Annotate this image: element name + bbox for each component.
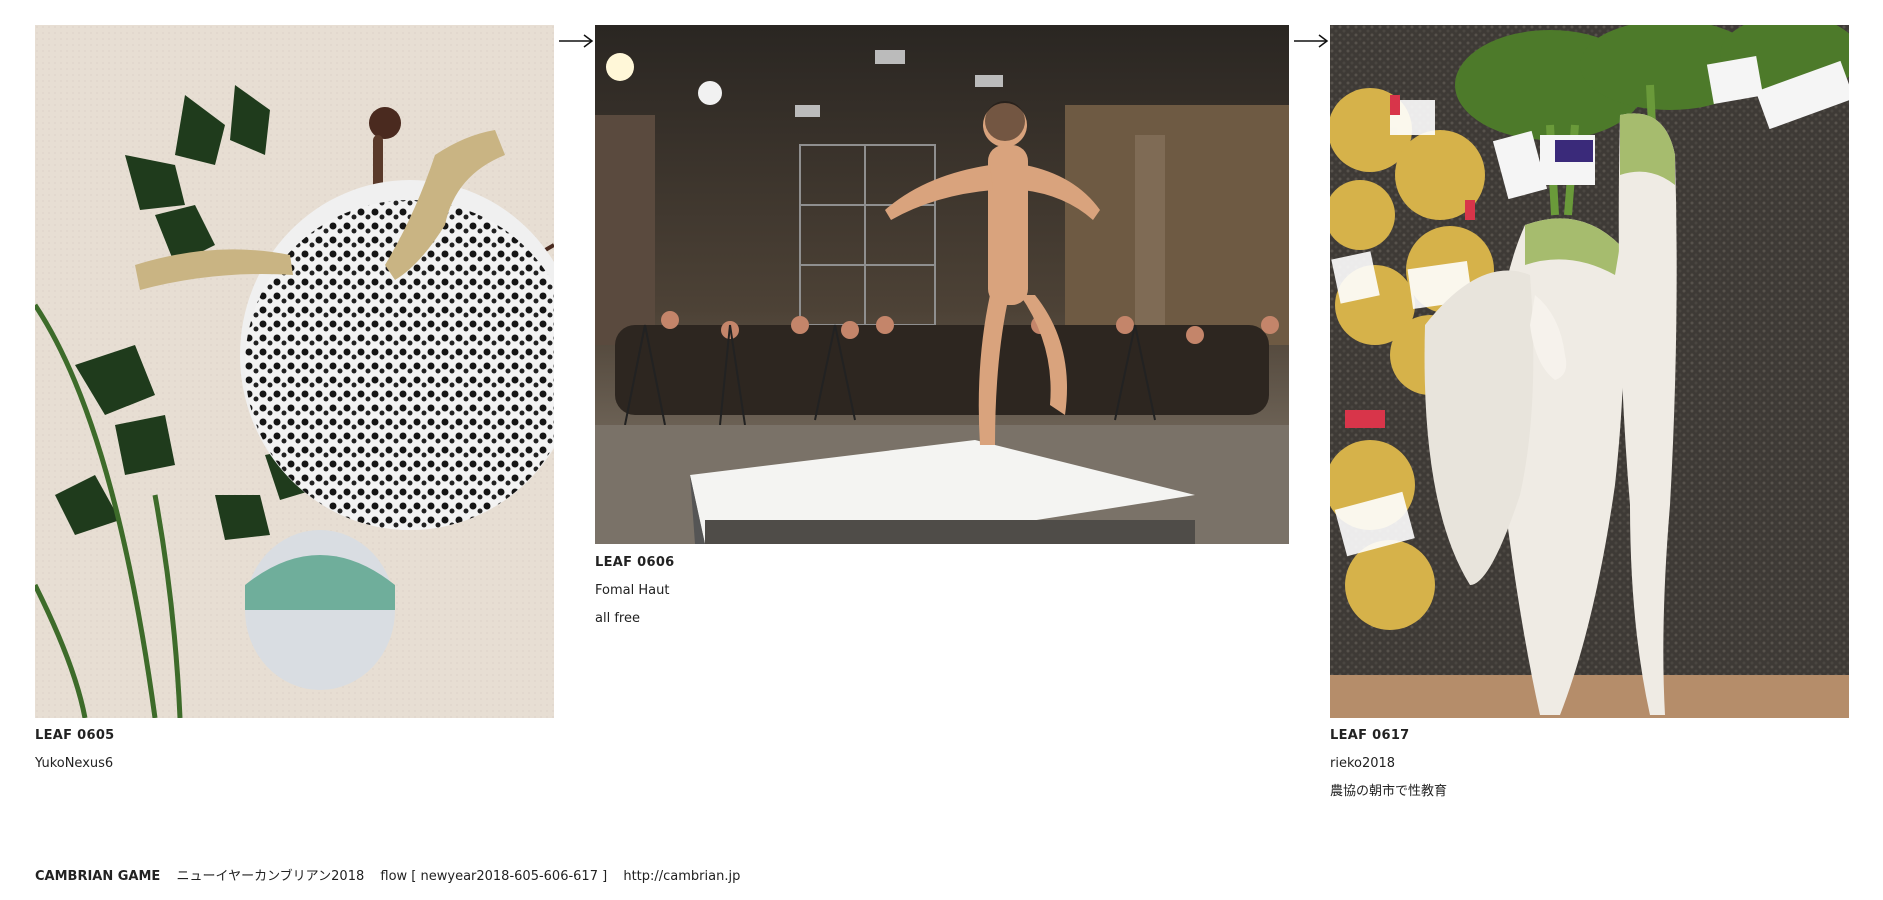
leaf-0606-photo[interactable]	[595, 25, 1289, 544]
leaf-0605-caption: LEAF 0605 YukoNexus6	[35, 722, 115, 778]
flow-label: flow [ newyear2018-605-606-617 ]	[380, 869, 608, 884]
daikon-radishes-image	[1330, 25, 1849, 718]
leaf-note: all free	[595, 611, 640, 626]
leaf-0605-photo[interactable]	[35, 25, 554, 718]
leaf-code[interactable]: LEAF 0606	[595, 549, 675, 577]
leaf-author: Fomal Haut	[595, 583, 670, 598]
leaf-note: 農協の朝市で性教育	[1330, 784, 1448, 799]
game-title: ニューイヤーカンブリアン2018	[176, 869, 365, 884]
footer: CAMBRIAN GAME ニューイヤーカンブリアン2018 flow [ ne…	[35, 865, 740, 884]
leaf-0617-photo[interactable]	[1330, 25, 1849, 718]
leaf-code[interactable]: LEAF 0617	[1330, 722, 1447, 750]
leaf-0606-caption: LEAF 0606 Fomal Haut all free	[595, 549, 675, 633]
leaf-code[interactable]: LEAF 0605	[35, 722, 115, 750]
leaf-0617-caption: LEAF 0617 rieko2018 農協の朝市で性教育	[1330, 722, 1447, 806]
arrow-right-icon	[1294, 34, 1329, 48]
leaf-author: YukoNexus6	[35, 756, 114, 771]
leaf-author: rieko2018	[1330, 756, 1396, 771]
site-brand[interactable]: CAMBRIAN GAME	[35, 869, 160, 884]
ceramic-mask-image	[35, 25, 554, 718]
dancer-stage-image	[595, 25, 1289, 544]
arrow-right-icon	[559, 34, 594, 48]
site-url-link[interactable]: http://cambrian.jp	[623, 869, 740, 884]
